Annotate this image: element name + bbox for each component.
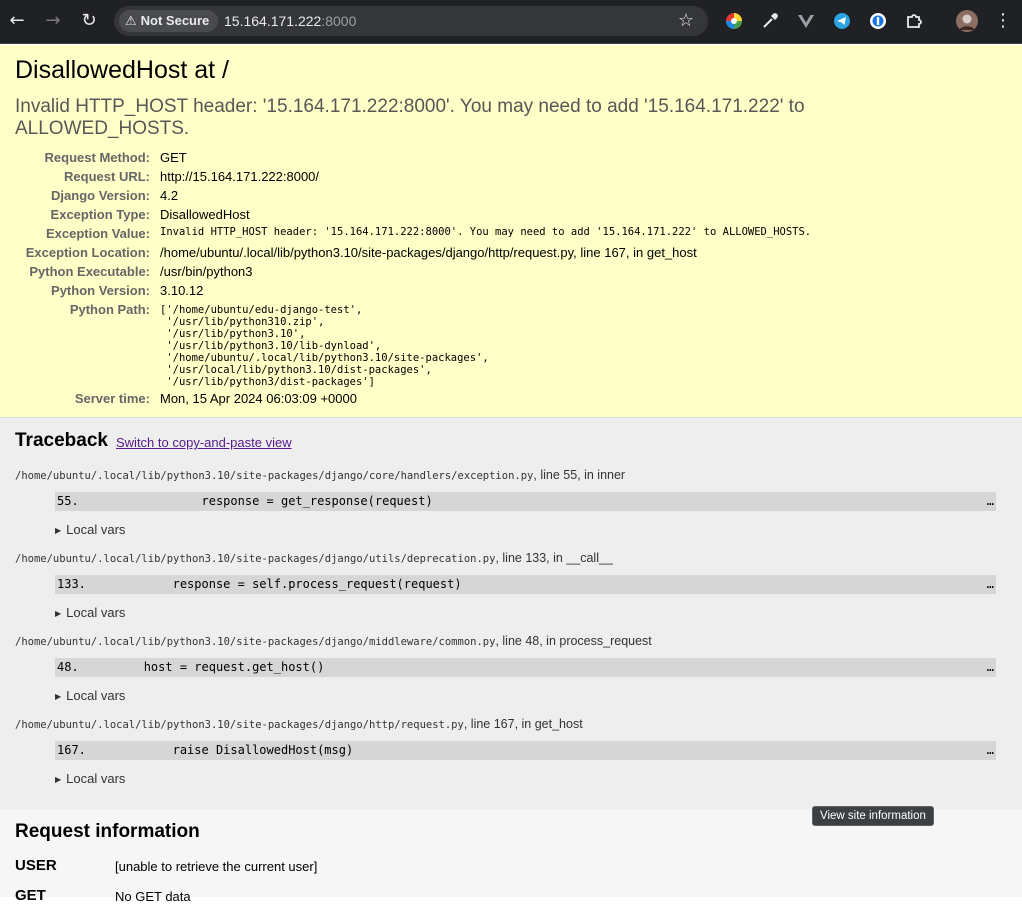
url-text[interactable]: 15.164.171.222:8000: [224, 6, 356, 36]
menu-kebab-icon[interactable]: ⋮: [993, 10, 1013, 32]
expand-context-ellipsis[interactable]: …: [987, 741, 994, 760]
meta-label: Exception Location:: [25, 245, 150, 260]
disclosure-triangle-icon: ▶: [55, 609, 62, 618]
meta-value: DisallowedHost: [160, 207, 250, 222]
meta-label: Server time:: [74, 391, 150, 406]
frame-file: /home/ubuntu/.local/lib/python3.10/site-…: [15, 634, 652, 648]
vue-icon[interactable]: [796, 11, 816, 31]
warning-icon: ⚠: [125, 14, 137, 29]
context-line[interactable]: 48. host = request.get_host() …: [55, 658, 996, 677]
security-label: Not Secure: [140, 13, 210, 28]
meta-label: Exception Type:: [50, 207, 150, 222]
url-host: 15.164.171.222: [224, 13, 322, 29]
meta-table: Request Method: GET Request URL: http://15…: [15, 150, 811, 410]
eyedropper-icon[interactable]: [760, 11, 780, 31]
puzzle-extensions-icon[interactable]: [904, 11, 924, 31]
frame-path: /home/ubuntu/.local/lib/python3.10/site-…: [15, 470, 534, 482]
frame-location: , line 55, in inner: [533, 468, 626, 482]
frame-location: , line 167, in get_host: [463, 717, 583, 731]
expand-context-ellipsis[interactable]: …: [987, 492, 994, 511]
expand-context-ellipsis[interactable]: …: [987, 658, 994, 677]
context-line[interactable]: 133. response = self.process_request(req…: [55, 575, 996, 594]
forward-arrow-icon[interactable]: →: [42, 10, 64, 32]
context-line[interactable]: 55. response = get_response(request) …: [55, 492, 996, 511]
frame-file: /home/ubuntu/.local/lib/python3.10/site-…: [15, 717, 583, 731]
frame-path: /home/ubuntu/.local/lib/python3.10/site-…: [15, 636, 496, 648]
disclosure-triangle-icon: ▶: [55, 692, 62, 701]
meta-label: Python Executable:: [29, 264, 150, 279]
local-vars-label: Local vars: [66, 605, 126, 620]
meta-label: Django Version:: [51, 188, 150, 203]
disclosure-triangle-icon: ▶: [55, 526, 62, 535]
local-vars-label: Local vars: [66, 771, 126, 786]
request-info-title: Request information: [15, 821, 200, 842]
frame-location: , line 133, in __call__: [495, 551, 613, 565]
meta-label: Python Version:: [51, 283, 150, 298]
local-vars-toggle[interactable]: ▶ Local vars: [55, 605, 125, 620]
meta-value: http://15.164.171.222:8000/: [160, 169, 320, 184]
color-picker-icon[interactable]: [724, 11, 744, 31]
meta-value: Mon, 15 Apr 2024 06:03:09 +0000: [160, 391, 357, 406]
local-vars-label: Local vars: [66, 522, 126, 537]
back-arrow-icon[interactable]: ←: [6, 10, 28, 32]
user-key: USER: [15, 857, 57, 874]
frame-file: /home/ubuntu/.local/lib/python3.10/site-…: [15, 551, 613, 565]
python-path-list: ['/home/ubuntu/edu-django-test', '/usr/l…: [160, 304, 489, 388]
context-line[interactable]: 167. raise DisallowedHost(msg) …: [55, 741, 996, 760]
meta-label: Request Method:: [44, 150, 150, 165]
frame-path: /home/ubuntu/.local/lib/python3.10/site-…: [15, 719, 464, 731]
get-key: GET: [15, 887, 46, 904]
meta-value: /usr/bin/python3: [160, 264, 253, 279]
code-line: 48. host = request.get_host(): [57, 660, 325, 674]
meta-value: 4.2: [160, 188, 179, 203]
meta-label: Exception Value:: [45, 226, 150, 241]
meta-label: Python Path:: [69, 302, 150, 317]
code-line: 55. response = get_response(request): [57, 494, 433, 508]
site-info-button[interactable]: ⚠ Not Secure: [119, 10, 219, 32]
local-vars-toggle[interactable]: ▶ Local vars: [55, 688, 125, 703]
exception-message: Invalid HTTP_HOST header: '15.164.171.22…: [15, 96, 805, 139]
site-info-tooltip: View site information: [812, 806, 934, 826]
frame-location: , line 48, in process_request: [495, 634, 652, 648]
python-path-value: ['/home/ubuntu/edu-django-test', '/usr/l…: [160, 302, 811, 388]
meta-value: GET: [160, 150, 187, 165]
code-line: 167. raise DisallowedHost(msg): [57, 743, 354, 757]
user-value: [unable to retrieve the current user]: [115, 859, 318, 874]
traceback-title: Traceback: [15, 430, 108, 451]
meta-label: Request URL:: [64, 169, 150, 184]
local-vars-toggle[interactable]: ▶ Local vars: [55, 771, 125, 786]
reload-icon[interactable]: ↻: [78, 10, 100, 32]
bookmark-star-icon[interactable]: ☆: [678, 6, 694, 36]
frame-path: /home/ubuntu/.local/lib/python3.10/site-…: [15, 553, 496, 565]
meta-value: 3.10.12: [160, 283, 204, 298]
copy-paste-view-link[interactable]: Switch to copy-and-paste view: [116, 435, 292, 450]
password-icon[interactable]: [868, 11, 888, 31]
meta-value: /home/ubuntu/.local/lib/python3.10/site-…: [160, 245, 697, 260]
disclosure-triangle-icon: ▶: [55, 775, 62, 784]
meta-value: Invalid HTTP_HOST header: '15.164.171.22…: [160, 226, 812, 238]
browser-toolbar: ← → ↻ ⚠ Not Secure 15.164.171.222:8000 ☆ …: [0, 0, 1022, 44]
code-line: 133. response = self.process_request(req…: [57, 577, 462, 591]
url-port: :8000: [321, 13, 357, 29]
traceback-section: Traceback Switch to copy-and-paste view …: [0, 418, 1022, 810]
telegram-icon[interactable]: [832, 11, 852, 31]
error-summary: DisallowedHost at / Invalid HTTP_HOST he…: [0, 45, 1022, 418]
profile-avatar[interactable]: [956, 10, 978, 32]
frame-file: /home/ubuntu/.local/lib/python3.10/site-…: [15, 468, 625, 482]
expand-context-ellipsis[interactable]: …: [987, 575, 994, 594]
page-title: DisallowedHost at /: [15, 56, 229, 84]
local-vars-toggle[interactable]: ▶ Local vars: [55, 522, 125, 537]
address-bar[interactable]: ⚠ Not Secure 15.164.171.222:8000 ☆: [114, 6, 708, 36]
local-vars-label: Local vars: [66, 688, 126, 703]
